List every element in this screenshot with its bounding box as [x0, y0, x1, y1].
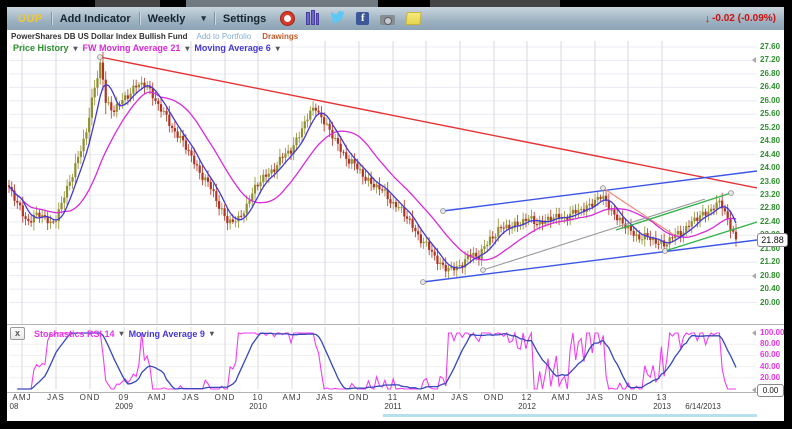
price-axis-label: 26.80 [760, 69, 780, 78]
x-axis-quarter-label: AMJ [552, 393, 571, 402]
change-value: -0.02 (-0.09%) [712, 13, 776, 24]
x-axis-quarter-label: 11 [388, 393, 398, 402]
x-axis-year-label: 2013 [653, 402, 671, 411]
price-axis-label: 22.80 [760, 203, 780, 212]
fund-name: PowerShares DB US Dollar Index Bullish F… [11, 32, 187, 41]
chevron-down-icon[interactable]: ▾ [120, 329, 124, 338]
x-axis-quarter-label: JAS [451, 393, 469, 402]
x-axis-quarter-label: AMJ [283, 393, 302, 402]
drawings-menu[interactable]: Drawings [262, 32, 298, 41]
oscillator-axis-label: 60.00 [760, 350, 780, 359]
price-axis-label: 20.40 [760, 284, 780, 293]
price-axis-label: 26.40 [760, 82, 780, 91]
chevron-down-icon[interactable]: ▾ [185, 44, 189, 53]
x-axis-quarter-label: OND [349, 393, 370, 402]
alarm-clock-icon[interactable] [280, 11, 295, 26]
x-axis-quarter-label: JAS [316, 393, 334, 402]
facebook-icon[interactable]: f [356, 12, 369, 25]
price-change-indicator: ↓ -0.02 (-0.09%) [705, 13, 776, 25]
x-axis-quarter-label: OND [618, 393, 639, 402]
price-axis-label: 23.60 [760, 177, 780, 186]
price-axis-label: 25.60 [760, 109, 780, 118]
note-icon[interactable] [406, 12, 422, 25]
x-axis-quarter-label: JAS [586, 393, 604, 402]
price-axis-label: 27.20 [760, 55, 780, 64]
x-axis-quarter-label: 10 [253, 393, 264, 402]
x-axis-quarter-label: AMJ [417, 393, 436, 402]
scrollbar-thumb[interactable] [383, 414, 757, 417]
toolbar-separator [51, 12, 52, 25]
x-axis-quarter-label: AMJ [13, 393, 32, 402]
chart-application-window: UUP Add Indicator Weekly ▾ Settings f ↓ … [0, 0, 792, 429]
oscillator-axis-label: 40.00 [760, 362, 780, 371]
stochastics-legend: x Stochastics RSI 14 ▾ Moving Average 9 ▾ [10, 327, 214, 340]
frame-segment [430, 0, 560, 7]
x-axis-quarter-label: 13 [657, 393, 668, 402]
legend-item[interactable]: FW Moving Average 21 [83, 43, 181, 53]
price-axis-label: 26.00 [760, 96, 780, 105]
price-axis-label: 21.20 [760, 257, 780, 266]
add-to-portfolio-link[interactable]: Add to Portfolio [196, 32, 251, 41]
twitter-icon[interactable] [330, 11, 345, 26]
settings-button[interactable]: Settings [223, 13, 266, 25]
oscillator-axis-label: 100.00 [760, 328, 784, 337]
x-axis-quarter-label: AMJ [148, 393, 167, 402]
x-axis-year-label: 6/14/2013 [685, 402, 721, 411]
x-axis-quarter-label: OND [484, 393, 505, 402]
columns-icon[interactable] [306, 12, 319, 25]
symbol-label: UUP [18, 13, 43, 25]
chevron-down-icon[interactable]: ▾ [201, 13, 206, 24]
down-arrow-icon: ↓ [705, 13, 711, 25]
x-axis-year-label: 2011 [384, 402, 401, 411]
toolbar: UUP Add Indicator Weekly ▾ Settings f ↓ … [7, 7, 784, 30]
x-axis-year-label: 2010 [249, 402, 267, 411]
price-panel-legend: Price History ▾ FW Moving Average 21 ▾ Movin… [13, 43, 280, 53]
price-axis-label: 24.00 [760, 163, 780, 172]
oscillator-axis-label: 20.00 [760, 373, 780, 382]
x-axis-quarter-label: 12 [522, 393, 533, 402]
chevron-down-icon[interactable]: ▾ [74, 44, 78, 53]
frame-segment [186, 0, 378, 7]
price-axis-label: 23.20 [760, 190, 780, 199]
x-axis-quarter-label: JAS [47, 393, 65, 402]
toolbar-icons: f [280, 11, 421, 26]
main-chart-canvas[interactable] [8, 41, 757, 324]
current-price-box: 21.88 [757, 233, 788, 247]
legend-item[interactable]: Moving Average 9 [129, 329, 205, 339]
price-axis-label: 24.80 [760, 136, 780, 145]
oscillator-zero-box: 0.00 [757, 384, 784, 397]
chevron-down-icon[interactable]: ▾ [210, 329, 214, 338]
price-axis-label: 20.00 [760, 298, 780, 307]
x-axis-quarter-label: OND [215, 393, 236, 402]
legend-item[interactable]: Price History [13, 43, 69, 53]
legend-item[interactable]: Stochastics RSI 14 [34, 329, 115, 339]
chevron-down-icon[interactable]: ▾ [276, 44, 280, 53]
add-indicator-button[interactable]: Add Indicator [60, 13, 131, 25]
x-axis-year-label: 2012 [518, 402, 536, 411]
price-axis-label: 25.20 [760, 123, 780, 132]
period-dropdown[interactable]: Weekly [148, 13, 186, 25]
price-axis-label: 27.60 [760, 42, 780, 51]
price-axis-label: 20.80 [760, 271, 780, 280]
axis-marker-icon [752, 330, 756, 336]
x-axis-quarter-label: 09 [119, 393, 130, 402]
frame-segment [95, 0, 160, 7]
x-axis-year-label: 08 [10, 402, 19, 411]
x-axis-quarter-label: JAS [182, 393, 200, 402]
price-axis-label: 22.40 [760, 217, 780, 226]
x-axis-quarter-label: OND [80, 393, 101, 402]
axis-marker-icon [752, 57, 756, 63]
oscillator-axis-label: 80.00 [760, 339, 780, 348]
toolbar-separator [214, 12, 215, 25]
price-axis-label: 24.40 [760, 150, 780, 159]
camera-icon[interactable] [380, 15, 395, 25]
close-panel-button[interactable]: x [10, 327, 25, 340]
legend-item[interactable]: Moving Average 6 [194, 43, 270, 53]
x-axis-year-label: 2009 [115, 402, 133, 411]
toolbar-separator [139, 12, 140, 25]
axis-marker-icon [752, 273, 756, 279]
